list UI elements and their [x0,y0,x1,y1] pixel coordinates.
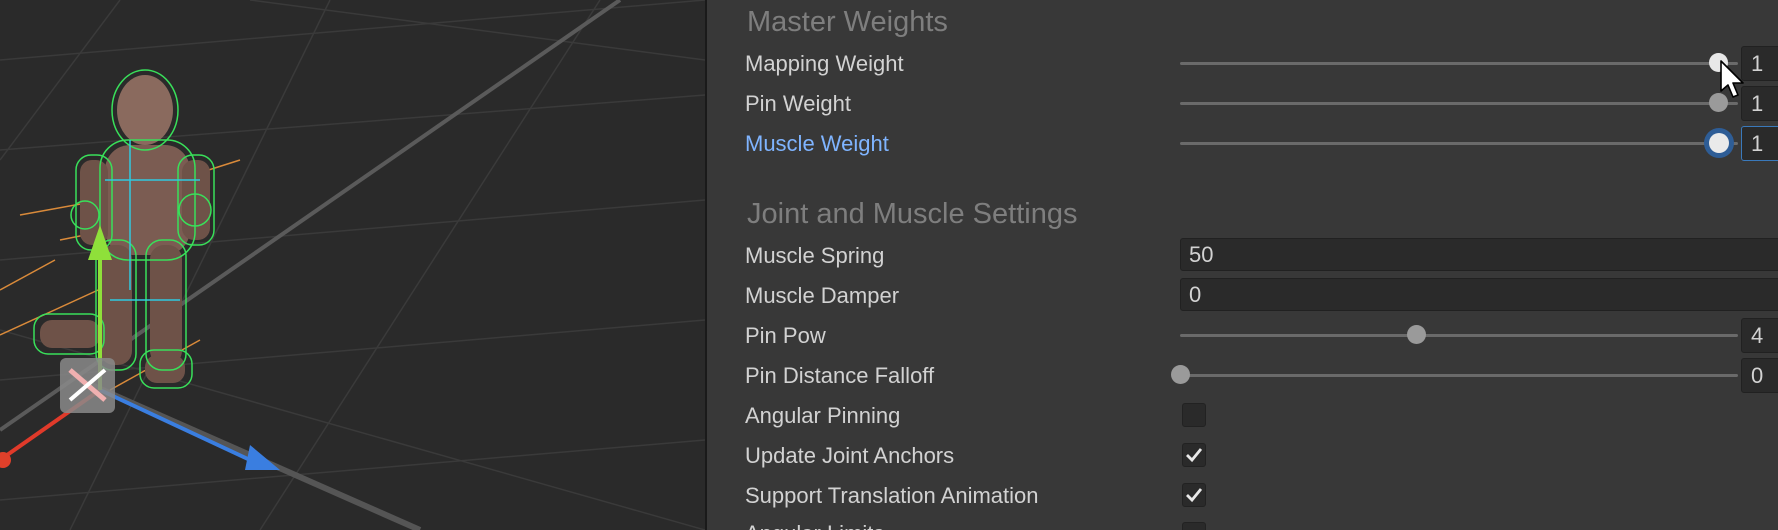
mapping-weight-value[interactable]: 1 [1741,46,1778,81]
master-weights-header: Master Weights [747,6,948,38]
checkmark-icon [1186,448,1203,463]
pin-distance-falloff-value[interactable]: 0 [1741,358,1778,393]
pin-weight-value[interactable]: 1 [1741,86,1778,121]
support-translation-animation-checkbox[interactable] [1182,483,1206,507]
support-translation-animation-label: Support Translation Animation [745,483,1039,508]
muscle-damper-label: Muscle Damper [745,283,900,308]
muscle-weight-thumb[interactable] [1709,133,1729,153]
pin-distance-falloff-thumb[interactable] [1171,365,1190,384]
angular-limits-checkbox[interactable] [1182,522,1206,530]
mouse-cursor-icon [1720,60,1744,98]
muscle-spring-label: Muscle Spring [745,243,885,268]
checkmark-icon [1186,488,1203,503]
mapping-weight-track[interactable] [1180,62,1738,65]
update-joint-anchors-checkbox[interactable] [1182,443,1206,467]
pin-distance-falloff-track[interactable] [1180,374,1738,377]
joint-muscle-settings-header: Joint and Muscle Settings [747,198,1078,230]
angular-pinning-checkbox[interactable] [1182,403,1206,427]
update-joint-anchors-label: Update Joint Anchors [745,443,955,468]
pin-weight-label: Pin Weight [745,91,851,116]
pin-distance-falloff-label: Pin Distance Falloff [745,363,935,388]
angular-pinning-label: Angular Pinning [745,403,901,428]
pin-pow-track[interactable] [1180,334,1738,337]
angular-limits-label: Angular Limits [745,521,884,530]
muscle-spring-field[interactable]: 50 [1180,238,1778,271]
scene-view[interactable] [0,0,705,530]
muscle-weight-label: Muscle Weight [745,131,889,156]
muscle-weight-value[interactable]: 1 [1741,126,1778,161]
pin-pow-thumb[interactable] [1407,325,1426,344]
pin-pow-label: Pin Pow [745,323,826,348]
scene-viewport [0,0,705,530]
inspector-panel: Master Weights Mapping Weight 1 Pin Weig… [707,0,1778,530]
mapping-weight-label: Mapping Weight [745,51,904,76]
muscle-weight-track[interactable] [1180,142,1738,145]
muscle-damper-field[interactable]: 0 [1180,278,1778,311]
pin-pow-value[interactable]: 4 [1741,318,1778,353]
pin-weight-track[interactable] [1180,102,1738,105]
